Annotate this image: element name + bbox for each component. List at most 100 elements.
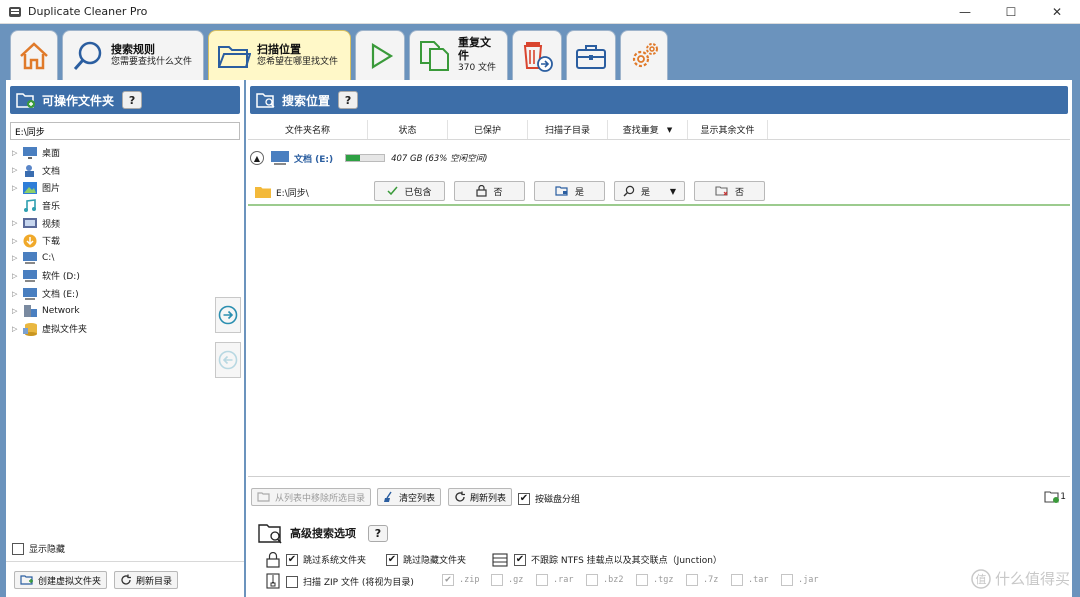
- tree-item-drive-d[interactable]: ▷ 软件 (D:): [12, 267, 212, 285]
- tree-item-documents[interactable]: ▷ 文档: [12, 162, 212, 180]
- checkbox-box[interactable]: ✔: [286, 553, 298, 566]
- checkbox-box[interactable]: [286, 575, 298, 588]
- trash-icon: [523, 41, 553, 72]
- checkbox-box[interactable]: [636, 574, 648, 586]
- group-by-disk-checkbox[interactable]: ✔ 按磁盘分组: [518, 492, 580, 505]
- tree-item-virtual-folder[interactable]: ▷ 虚拟文件夹: [12, 320, 212, 338]
- col-find-duplicates[interactable]: 查找重复 ▼: [608, 120, 688, 139]
- drive-icon: [22, 269, 38, 283]
- col-folder-name[interactable]: 文件夹名称: [248, 120, 368, 139]
- clear-list-button[interactable]: 清空列表: [377, 488, 442, 506]
- ext-jar-checkbox[interactable]: .jar: [781, 574, 818, 586]
- folder-remove-icon: [257, 492, 270, 502]
- protected-button[interactable]: 否: [454, 181, 525, 201]
- broom-icon: [384, 491, 392, 502]
- ext-tgz-checkbox[interactable]: .tgz: [636, 574, 673, 586]
- show-other-files-button[interactable]: 否: [694, 181, 765, 201]
- checkbox-box[interactable]: ✔: [518, 492, 530, 505]
- watermark-logo-icon: 值: [971, 568, 991, 589]
- folder-search-icon: [258, 524, 282, 544]
- maximize-button[interactable]: ☐: [988, 0, 1034, 24]
- minimize-button[interactable]: —: [942, 0, 988, 24]
- drive-group-row[interactable]: ▲ 文档 (E:) 407 GB (63% 空闲空间): [250, 150, 487, 166]
- ext-zip-checkbox[interactable]: ✔ .zip: [442, 574, 479, 586]
- folder-x-icon: [715, 186, 728, 196]
- skip-hidden-folders-checkbox[interactable]: ✔ 跳过隐藏文件夹: [386, 553, 466, 566]
- col-show-other-files[interactable]: 显示其余文件: [688, 120, 768, 139]
- remove-selected-button[interactable]: 从列表中移除所选目录: [251, 488, 372, 506]
- checkbox-box[interactable]: ✔: [442, 574, 454, 586]
- tree-item-video[interactable]: ▷ 视频: [12, 214, 212, 232]
- skip-system-folders-checkbox[interactable]: ✔ 跳过系统文件夹: [286, 553, 366, 566]
- col-status[interactable]: 状态: [368, 120, 448, 139]
- app-icon: [9, 6, 21, 17]
- tab-toolbox[interactable]: [566, 30, 616, 80]
- tab-search-rules[interactable]: 搜索规则 您需要查找什么文件: [62, 30, 204, 80]
- drive-icon: [271, 151, 289, 165]
- ext-rar-checkbox[interactable]: .rar: [536, 574, 573, 586]
- status-button[interactable]: 已包含: [374, 181, 445, 201]
- window-title: Duplicate Cleaner Pro: [28, 5, 148, 18]
- checkbox-box[interactable]: [12, 542, 24, 555]
- refresh-list-button[interactable]: 刷新列表: [448, 488, 513, 506]
- col-scan-subdirs[interactable]: 扫描子目录: [528, 120, 608, 139]
- tree-item-downloads[interactable]: ▷ 下载: [12, 232, 212, 250]
- tree-item-network[interactable]: ▷ Network: [12, 302, 212, 320]
- checkbox-box[interactable]: [536, 574, 548, 586]
- tab-file-removal[interactable]: [512, 30, 562, 80]
- col-protected[interactable]: 已保护: [448, 120, 528, 139]
- right-panel: 搜索位置 ? 文件夹名称 状态 已保护 扫描子目录 查找重复 ▼ 显示其余文件 ▲…: [246, 80, 1072, 597]
- folder-path-input[interactable]: [10, 122, 240, 140]
- tree-item-desktop[interactable]: ▷ 桌面: [12, 144, 212, 162]
- ext-7z-checkbox[interactable]: .7z: [686, 574, 718, 586]
- checkbox-box[interactable]: [731, 574, 743, 586]
- checkbox-box[interactable]: ✔: [386, 553, 398, 566]
- advanced-help-button[interactable]: ?: [368, 524, 388, 542]
- ribbon: 搜索规则 您需要查找什么文件 扫描位置 您希望在哪里找文件 重复文件 370 文件: [0, 24, 1080, 80]
- add-folder-arrow-button[interactable]: [215, 297, 241, 333]
- left-help-button[interactable]: ?: [122, 91, 143, 109]
- tab-start-scan[interactable]: [355, 30, 405, 80]
- ext-gz-checkbox[interactable]: .gz: [491, 574, 523, 586]
- scan-subdirs-button[interactable]: 是: [534, 181, 605, 201]
- dropdown-arrow-icon: ▼: [666, 125, 673, 134]
- checkbox-box[interactable]: [781, 574, 793, 586]
- tab-home[interactable]: [10, 30, 58, 80]
- right-help-button[interactable]: ?: [338, 91, 359, 109]
- collapse-icon[interactable]: ▲: [250, 151, 264, 165]
- tab-duplicates[interactable]: 重复文件 370 文件: [409, 30, 508, 80]
- table-header: 文件夹名称 状态 已保护 扫描子目录 查找重复 ▼ 显示其余文件: [248, 120, 1070, 140]
- checkbox-box[interactable]: [586, 574, 598, 586]
- close-button[interactable]: ✕: [1034, 0, 1080, 24]
- tree-item-music[interactable]: 音乐: [12, 197, 212, 215]
- scan-zip-checkbox[interactable]: 扫描 ZIP 文件 (将视为目录): [286, 575, 414, 588]
- folder-icon: [1044, 491, 1060, 503]
- ext-bz2-checkbox[interactable]: .bz2: [586, 574, 623, 586]
- ext-tar-checkbox[interactable]: .tar: [731, 574, 768, 586]
- folder-add-icon: [16, 93, 35, 108]
- tab-scan-location[interactable]: 扫描位置 您希望在哪里找文件: [208, 30, 351, 80]
- lock-icon: [476, 185, 488, 197]
- divider: [248, 476, 1070, 477]
- show-hidden-checkbox[interactable]: 显示隐藏: [12, 542, 65, 555]
- desktop-icon: [22, 146, 38, 160]
- no-ntfs-junction-checkbox[interactable]: ✔ 不跟踪 NTFS 挂载点以及其交联点（Junction）: [514, 553, 722, 566]
- disk-space-fill: [346, 155, 361, 161]
- refresh-directory-button[interactable]: 刷新目录: [114, 571, 179, 589]
- database-icon: [492, 553, 508, 567]
- tree-item-pictures[interactable]: ▷ 图片: [12, 179, 212, 197]
- tree-item-drive-e[interactable]: ▷ 文档 (E:): [12, 285, 212, 303]
- find-duplicates-dropdown[interactable]: 是 ▼: [614, 181, 685, 201]
- folder-icon: [255, 187, 271, 198]
- checkbox-box[interactable]: ✔: [514, 553, 526, 566]
- remove-folder-arrow-button[interactable]: [215, 342, 241, 378]
- create-virtual-folder-button[interactable]: 创建虚拟文件夹: [14, 571, 108, 589]
- checkbox-box[interactable]: [686, 574, 698, 586]
- right-panel-title: 搜索位置: [282, 93, 331, 108]
- lock-icon: [266, 552, 280, 568]
- checkbox-box[interactable]: [491, 574, 503, 586]
- tree-item-drive-c[interactable]: ▷ C:\: [12, 250, 212, 268]
- advanced-options-title: 高级搜索选项 ?: [258, 522, 388, 544]
- tab-settings[interactable]: [620, 30, 668, 80]
- table-row[interactable]: E:\同步\ 已包含 否 是 是 ▼ 否: [248, 180, 1070, 206]
